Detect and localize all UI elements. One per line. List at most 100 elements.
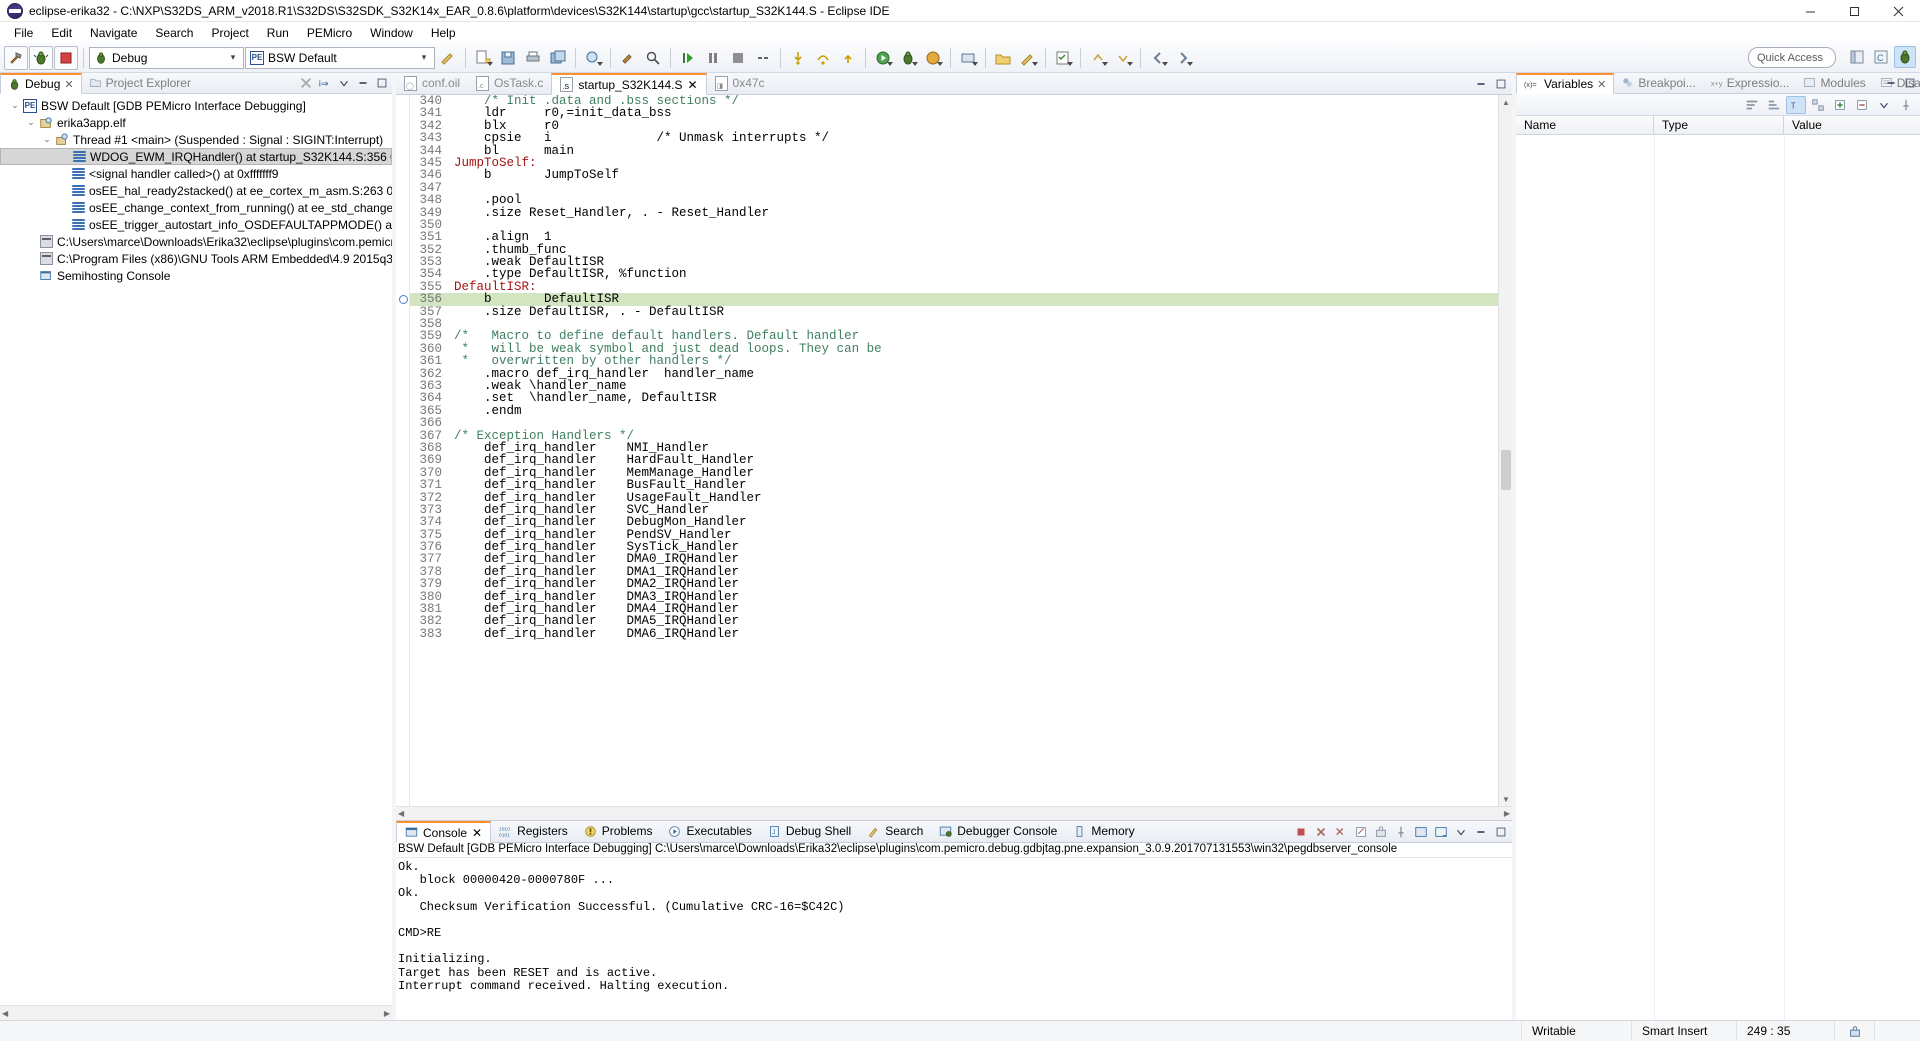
perspective-debug-icon[interactable] <box>1894 46 1916 68</box>
launch-mode-combo[interactable]: Debug ▾ <box>89 47 244 69</box>
new-wizard-icon[interactable] <box>471 46 495 70</box>
code-line[interactable]: 361 * overwritten by other handlers */ <box>410 355 1512 367</box>
code-line[interactable]: 382 def_irq_handler DMA5_IRQHandler <box>410 615 1512 627</box>
code-line[interactable]: 349 .size Reset_Handler, . - Reset_Handl… <box>410 207 1512 219</box>
terminate-icon[interactable] <box>726 46 750 70</box>
debug-tree-item[interactable]: ⌄PEBSW Default [GDB PEMicro Interface De… <box>0 97 392 114</box>
code-line[interactable]: 354 .type DefaultISR, %function <box>410 268 1512 280</box>
debug-tree-item[interactable]: Semihosting Console <box>0 267 392 284</box>
column-header-value[interactable]: Value <box>1784 116 1920 135</box>
minimize-button[interactable] <box>1788 0 1832 22</box>
chevron-down-icon[interactable]: ⌄ <box>24 117 38 128</box>
prev-annotation-icon[interactable] <box>1111 46 1135 70</box>
tab-variables[interactable]: (x)= Variables ✕ <box>1516 73 1614 94</box>
scroll-left-icon[interactable]: ◀ <box>2 1009 8 1018</box>
open-perspective-icon[interactable] <box>1846 46 1868 68</box>
tab-executables[interactable]: Executables <box>660 820 759 842</box>
tab-debug-shell[interactable]: J Debug Shell <box>760 820 859 842</box>
pencil-icon[interactable] <box>1016 46 1040 70</box>
collapse-all-icon[interactable] <box>1742 96 1762 114</box>
tab-problems[interactable]: Problems <box>576 820 661 842</box>
code-line[interactable]: 371 def_irq_handler BusFault_Handler <box>410 479 1512 491</box>
code-line[interactable]: 359/* Macro to define default handlers. … <box>410 330 1512 342</box>
close-icon[interactable]: ✕ <box>687 78 697 92</box>
debug-tree-item[interactable]: ⌄erika3app.elf <box>0 114 392 131</box>
save-icon[interactable] <box>496 46 520 70</box>
menu-help[interactable]: Help <box>422 24 465 42</box>
code-line[interactable]: 383 def_irq_handler DMA6_IRQHandler <box>410 628 1512 640</box>
print-icon[interactable] <box>521 46 545 70</box>
run-icon[interactable] <box>871 46 895 70</box>
scroll-thumb[interactable] <box>1501 450 1511 490</box>
debug-stack-tree[interactable]: ⌄PEBSW Default [GDB PEMicro Interface De… <box>0 94 392 284</box>
build-hammer-icon[interactable] <box>4 46 28 70</box>
debug-run-icon[interactable] <box>896 46 920 70</box>
step-into-icon[interactable] <box>786 46 810 70</box>
menu-edit[interactable]: Edit <box>42 24 81 42</box>
step-return-icon[interactable] <box>836 46 860 70</box>
status-resize-grip[interactable] <box>1874 1021 1920 1041</box>
code-line[interactable]: 341 ldr r0,=init_data_bss <box>410 107 1512 119</box>
open-folder-icon[interactable] <box>991 46 1015 70</box>
suspend-icon[interactable] <box>701 46 725 70</box>
display-selected-console-icon[interactable] <box>1412 823 1429 840</box>
menu-project[interactable]: Project <box>202 24 257 42</box>
code-line[interactable]: 356 b DefaultISR <box>410 293 1512 305</box>
show-logical-structure-icon[interactable] <box>1808 96 1828 114</box>
task-icon[interactable] <box>1051 46 1075 70</box>
column-header-name[interactable]: Name <box>1516 116 1654 135</box>
status-lock-icon[interactable] <box>1834 1021 1874 1041</box>
code-line[interactable]: 377 def_irq_handler DMA0_IRQHandler <box>410 553 1512 565</box>
code-line[interactable]: 343 cpsie i /* Unmask interrupts */ <box>410 132 1512 144</box>
editor-vscrollbar[interactable]: ▲ ▼ <box>1498 95 1512 806</box>
debug-tree-item[interactable]: osEE_trigger_autostart_info_OSDEFAULTAPP… <box>0 216 392 233</box>
editor-hscrollbar[interactable]: ◀ ▶ <box>396 806 1512 820</box>
clear-console-icon[interactable] <box>1352 823 1369 840</box>
minimize-view-icon[interactable] <box>355 75 371 91</box>
debug-tree-hscrollbar[interactable]: ◀ ▶ <box>0 1005 392 1020</box>
debug-bug-icon[interactable] <box>29 46 53 70</box>
step-filters-icon[interactable]: i⇒ <box>317 75 333 91</box>
menu-window[interactable]: Window <box>361 24 422 42</box>
debug-tree-item[interactable]: osEE_hal_ready2stacked() at ee_cortex_m_… <box>0 182 392 199</box>
menu-navigate[interactable]: Navigate <box>81 24 146 42</box>
add-watch-expression-icon[interactable] <box>1830 96 1850 114</box>
maximize-button[interactable] <box>1832 0 1876 22</box>
close-button[interactable] <box>1876 0 1920 22</box>
minimize-console-icon[interactable] <box>1472 823 1489 840</box>
column-header-type[interactable]: Type <box>1654 116 1784 135</box>
menu-run[interactable]: Run <box>258 24 298 42</box>
debug-tree-item-selected[interactable]: WDOG_EWM_IRQHandler() at startup_S32K144… <box>0 148 392 165</box>
terminate-stop-icon[interactable] <box>54 46 78 70</box>
tab-console[interactable]: Console ✕ <box>396 821 491 843</box>
launch-config-edit-icon[interactable] <box>436 46 460 70</box>
console-output[interactable]: Ok. block 00000420-0000780F ... Ok. Chec… <box>396 858 1512 1020</box>
scroll-left-icon[interactable]: ◀ <box>398 809 404 818</box>
quick-access-input[interactable]: Quick Access <box>1748 47 1836 68</box>
remove-all-terminated-icon[interactable] <box>298 75 314 91</box>
code-line[interactable]: 344 bl main <box>410 145 1512 157</box>
chevron-down-icon[interactable]: ⌄ <box>40 134 54 145</box>
menu-pemicro[interactable]: PEMicro <box>298 24 361 42</box>
debug-tree-item[interactable]: ⌄Thread #1 <main> (Suspended : Signal : … <box>0 131 392 148</box>
maximize-variables-icon[interactable] <box>1902 75 1918 91</box>
tab-modules[interactable]: Modules <box>1796 72 1872 93</box>
code-line[interactable]: 350 <box>410 219 1512 231</box>
menu-file[interactable]: File <box>5 24 42 42</box>
debug-tree-item[interactable]: C:\Users\marce\Downloads\Erika32\eclipse… <box>0 233 392 250</box>
variables-view-menu-icon[interactable] <box>1874 96 1894 114</box>
code-editor[interactable]: 340 /* Init .data and .bss sections */34… <box>396 95 1512 806</box>
resume-icon[interactable] <box>676 46 700 70</box>
code-line[interactable]: 346 b JumpToSelf <box>410 169 1512 181</box>
scroll-lock-icon[interactable] <box>1372 823 1389 840</box>
tab-debug[interactable]: Debug ✕ <box>0 73 82 94</box>
maximize-editor-icon[interactable] <box>1493 76 1509 92</box>
debug-tree-item[interactable]: C:\Program Files (x86)\GNU Tools ARM Emb… <box>0 250 392 267</box>
code-line[interactable]: 374 def_irq_handler DebugMon_Handler <box>410 516 1512 528</box>
minimize-editor-icon[interactable] <box>1473 76 1489 92</box>
step-over-icon[interactable] <box>811 46 835 70</box>
code-line[interactable]: 351 .align 1 <box>410 231 1512 243</box>
remove-watch-expression-icon[interactable] <box>1852 96 1872 114</box>
maximize-console-icon[interactable] <box>1492 823 1509 840</box>
terminate-console-icon[interactable] <box>1292 823 1309 840</box>
